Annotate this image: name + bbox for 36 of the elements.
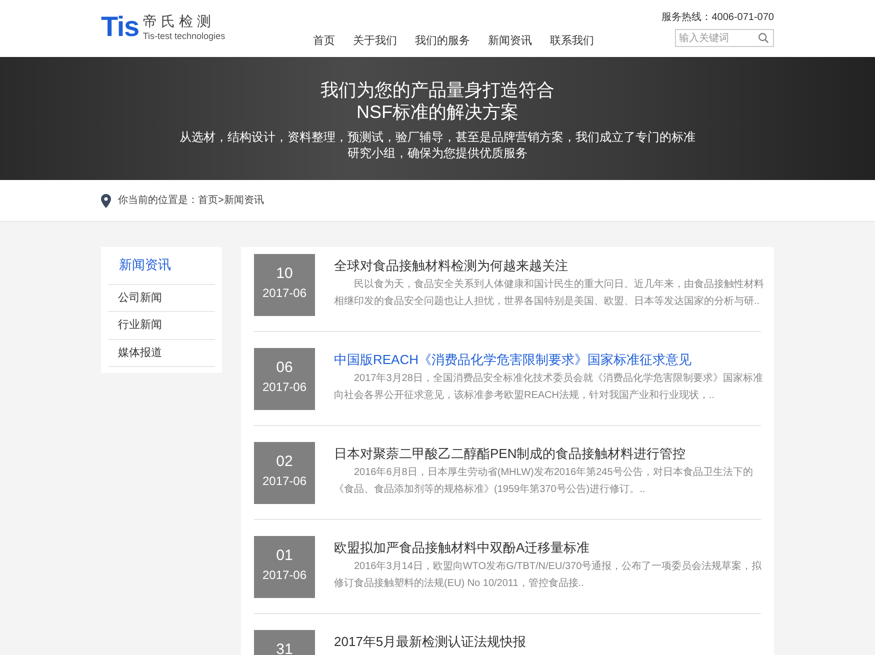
nav-link[interactable]: 关于我们 — [351, 33, 399, 50]
nav-link[interactable]: 新闻资讯 — [486, 33, 534, 50]
search-icon[interactable] — [758, 32, 769, 44]
date-block: 31 — [254, 630, 315, 655]
logo-tagline: Tis-test technologies — [142, 32, 226, 40]
hero-subtitle: 研究小组，确保为您提供优质服务 — [348, 145, 528, 161]
news-summary: 2016年6月8日，日本厚生劳动省(MHLW)发布2016年第245号公告，对日本食品卫生法下的《食品、食品添加剂等的规格标准》(1959年第370号公告)进行修订。.. — [334, 466, 754, 497]
hero-title: NSF标准的解决方案 — [356, 101, 518, 123]
news-title[interactable]: 全球对食品接触材料检测为何越来越关注 — [334, 257, 766, 275]
breadcrumb-path[interactable]: 首页>新闻资讯 — [198, 193, 264, 208]
sidebar-item[interactable]: 公司新闻 — [108, 284, 215, 312]
breadcrumb-label: 你当前的位置是： — [118, 194, 198, 208]
date-block: 02 2017-06 — [254, 442, 315, 504]
date-block: 10 2017-06 — [254, 254, 315, 316]
news-title[interactable]: 中国版REACH《消费品化学危害限制要求》国家标准征求意见 — [334, 351, 766, 369]
news-summary: 2017年3月28日，全国消费品安全标准化技术委员会就《消费品化学危害限制要求》国家标准向社会各界公开征求意见，该标准参考欧盟REACH法规，针对我国产业和行业现状，.. — [334, 372, 764, 403]
sidebar-title: 新闻资讯 — [108, 255, 215, 284]
sidebar-item[interactable]: 媒体报道 — [108, 340, 215, 367]
date-block: 01 2017-06 — [254, 536, 315, 598]
logo-mark: Tis — [101, 13, 139, 41]
news-title[interactable]: 日本对聚萘二甲酸乙二醇酯PEN制成的食品接触材料进行管控 — [334, 445, 766, 463]
hotline-text: 服务热线：4006-071-070 — [662, 10, 774, 25]
search-field[interactable]: 输入关键词 — [675, 29, 774, 47]
news-summary: 民以食为天，食品安全关系到人体健康和国计民生的重大问日。近几年来，由食品接触性材料相继印发的食品安全问题也让人担忧，世界各国特别是美国、欧盟、日本等发达国家的分析与研.. — [334, 278, 765, 309]
sidebar-item[interactable]: 行业新闻 — [108, 312, 215, 340]
news-title[interactable]: 欧盟拟加严食品接触材料中双酚A迁移量标准 — [334, 539, 766, 557]
nav-link[interactable]: 联系我们 — [548, 33, 596, 50]
logo-name: 帝氏检测 — [142, 14, 216, 28]
news-summary: 2016年3月14日，欧盟向WTO发布G/TBT/N/EU/370号通报，公布了一项委员会法规草案，拟修订食品接触塑料的法规(EU) No 10/2011，管控食品接.. — [334, 560, 763, 591]
date-block: 06 2017-06 — [254, 348, 315, 410]
hero-title: 我们为您的产品量身打造符合 — [320, 79, 554, 101]
nav-link[interactable]: 我们的服务 — [413, 33, 472, 50]
news-title[interactable]: 2017年5月最新检测认证法规快报 — [334, 633, 526, 651]
location-pin-icon — [101, 194, 111, 208]
nav-link[interactable]: 首页 — [311, 33, 337, 50]
hero-subtitle: 从选材，结构设计，资料整理，预测试，验厂辅导，甚至是品牌营销方案，我们成立了专门的标准 — [180, 129, 696, 145]
